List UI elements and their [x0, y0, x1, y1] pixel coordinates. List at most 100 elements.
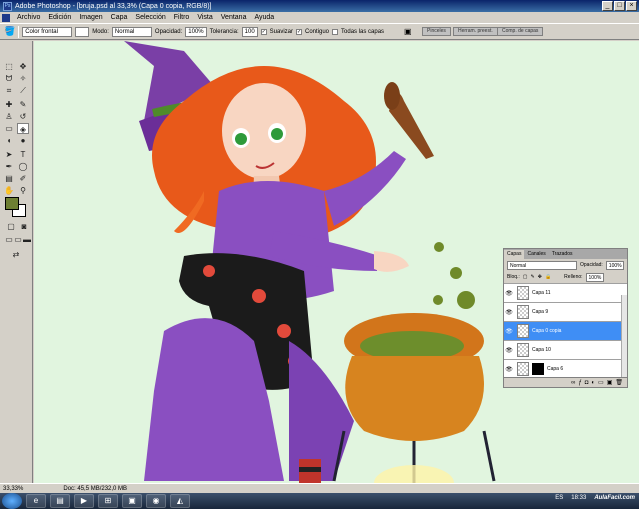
tab-trazados[interactable]: Trazados	[549, 250, 576, 259]
lock-label: Bloq.:	[507, 274, 520, 280]
zoom-level[interactable]: 33,33%	[3, 486, 23, 492]
eye-icon[interactable]: 👁	[504, 290, 514, 297]
type-tool-icon[interactable]: T	[17, 149, 29, 160]
layer-opacity-input[interactable]: 100%	[605, 260, 624, 270]
quick-mask-icon[interactable]: ▢	[5, 221, 17, 232]
maximize-button[interactable]: □	[614, 1, 625, 11]
app-menu-icon[interactable]	[2, 13, 10, 22]
notes-tool-icon[interactable]: ▤	[3, 173, 15, 184]
eraser-tool-icon[interactable]: ▭	[3, 123, 15, 134]
layer-row[interactable]: 👁 Capa 6	[504, 359, 627, 378]
ie-icon[interactable]: e	[26, 494, 46, 508]
opacity-input[interactable]: 100%	[185, 26, 207, 37]
zoom-tool-icon[interactable]: ⚲	[17, 185, 29, 196]
tab-canales[interactable]: Canales	[524, 250, 548, 259]
stamp-tool-icon[interactable]: ♙	[3, 111, 15, 122]
eyedropper-tool-icon[interactable]: ✐	[17, 173, 29, 184]
link-layers-icon[interactable]: ∞	[571, 380, 575, 386]
window-title: Adobe Photoshop - [bruja.psd al 33,3% (C…	[15, 2, 212, 10]
antialias-checkbox[interactable]: ✓	[260, 28, 267, 35]
minimize-button[interactable]: _	[602, 1, 613, 11]
palette-well-layer-comps[interactable]: Comp. de capas	[497, 27, 544, 36]
menu-imagen[interactable]: Imagen	[75, 14, 106, 21]
close-button[interactable]: ×	[626, 1, 637, 11]
menu-capa[interactable]: Capa	[107, 14, 132, 21]
menu-vista[interactable]: Vista	[193, 14, 216, 21]
network-icon[interactable]: ⊞	[98, 494, 118, 508]
document-size: Doc: 45,5 MB/232,0 MB	[63, 485, 128, 492]
all-layers-checkbox[interactable]	[332, 28, 339, 35]
menu-archivo[interactable]: Archivo	[13, 14, 44, 21]
system-tray: ES 18:33 AulaFacil.com	[555, 495, 635, 501]
blur-tool-icon[interactable]: ◖	[3, 135, 15, 146]
new-group-icon[interactable]: ▭	[598, 379, 604, 386]
layer-row[interactable]: 👁 Capa 10	[504, 340, 627, 359]
slice-tool-icon[interactable]: ⟋	[17, 85, 29, 96]
lock-all-icon[interactable]: 🔒	[545, 274, 551, 280]
start-button[interactable]	[2, 493, 22, 509]
opacity-label: Opacidad:	[154, 28, 183, 35]
language-indicator[interactable]: ES	[555, 495, 563, 501]
folder-icon[interactable]: ▤	[50, 494, 70, 508]
eye-icon[interactable]: 👁	[504, 309, 514, 316]
adjustment-layer-icon[interactable]: ◐	[591, 380, 595, 386]
layer-thumbnail	[517, 324, 529, 338]
eye-icon[interactable]: 👁	[504, 366, 514, 373]
hand-tool-icon[interactable]: ✋	[3, 185, 15, 196]
blend-mode-select[interactable]: Normal	[507, 260, 577, 270]
tab-capas[interactable]: Capas	[504, 250, 525, 259]
layer-row-selected[interactable]: 👁 Capa 0 copia	[504, 321, 627, 340]
tolerance-input[interactable]: 100	[241, 26, 258, 37]
standard-mode-icon[interactable]: ◙	[18, 221, 30, 232]
eye-icon[interactable]: 👁	[504, 328, 514, 335]
move-tool-icon[interactable]: ✥	[17, 61, 29, 72]
foreground-color-swatch[interactable]	[5, 197, 19, 210]
palette-well-tool-presets[interactable]: Herram. preest.	[453, 27, 498, 36]
menu-filtro[interactable]: Filtro	[170, 14, 194, 21]
mode-select[interactable]: Normal	[111, 26, 152, 37]
menu-ventana[interactable]: Ventana	[217, 14, 251, 21]
pattern-swatch[interactable]	[75, 26, 90, 37]
chrome-icon[interactable]: ◉	[146, 494, 166, 508]
contiguous-checkbox[interactable]: ✓	[296, 28, 302, 35]
clock[interactable]: 18:33	[571, 495, 586, 501]
media-player-icon[interactable]: ▶	[74, 494, 94, 508]
palette-well-brushes[interactable]: Pinceles	[422, 27, 451, 36]
fullscreen-icon[interactable]: ▬	[21, 234, 33, 245]
path-select-icon[interactable]: ➤	[3, 149, 15, 160]
fill-source-select[interactable]: Color frontal	[22, 26, 73, 37]
palette-well-icon[interactable]: ▣	[404, 27, 412, 36]
layers-scrollbar[interactable]	[621, 295, 627, 379]
pen-tool-icon[interactable]: ✒	[3, 161, 15, 172]
lasso-tool-icon[interactable]: ᗢ	[3, 73, 15, 84]
paint-bucket-tool-icon[interactable]: ◈	[17, 123, 29, 134]
brush-tool-icon[interactable]: ✎	[17, 99, 29, 110]
layer-row[interactable]: 👁 Capa 11	[504, 283, 627, 302]
trash-icon[interactable]: 🗑	[615, 379, 623, 386]
shape-tool-icon[interactable]: ◯	[17, 161, 29, 172]
paint-bucket-icon[interactable]: 🪣	[4, 26, 15, 37]
marquee-tool-icon[interactable]: ⬚	[3, 61, 15, 72]
healing-brush-icon[interactable]: ✚	[3, 99, 15, 110]
menu-edicion[interactable]: Edición	[44, 14, 75, 21]
add-mask-icon[interactable]: ◘	[585, 380, 589, 386]
new-layer-icon[interactable]: ▣	[607, 379, 613, 386]
lock-move-icon[interactable]: ✥	[538, 274, 542, 280]
magic-wand-tool-icon[interactable]: ✧	[17, 73, 29, 84]
layer-row[interactable]: 👁 Capa 9	[504, 302, 627, 321]
photoshop-taskbar-icon[interactable]: ▣	[122, 494, 142, 508]
lock-brush-icon[interactable]: ✎	[531, 274, 535, 280]
menu-ayuda[interactable]: Ayuda	[250, 14, 278, 21]
fill-input[interactable]: 100%	[585, 272, 604, 282]
lock-transparency-icon[interactable]: ▢	[523, 274, 528, 280]
layers-panel: Capas Canales Trazados Normal Opacidad: …	[503, 248, 628, 388]
layer-style-icon[interactable]: ƒ	[578, 380, 581, 386]
imageready-icon[interactable]: ⇄	[10, 249, 22, 260]
app-icon[interactable]: ◭	[170, 494, 190, 508]
menu-seleccion[interactable]: Selección	[131, 14, 169, 21]
dodge-tool-icon[interactable]: ●	[17, 135, 29, 146]
layer-name: Capa 6	[547, 366, 564, 372]
eye-icon[interactable]: 👁	[504, 347, 514, 354]
crop-tool-icon[interactable]: ⌗	[3, 85, 15, 96]
history-brush-icon[interactable]: ↺	[17, 111, 29, 122]
